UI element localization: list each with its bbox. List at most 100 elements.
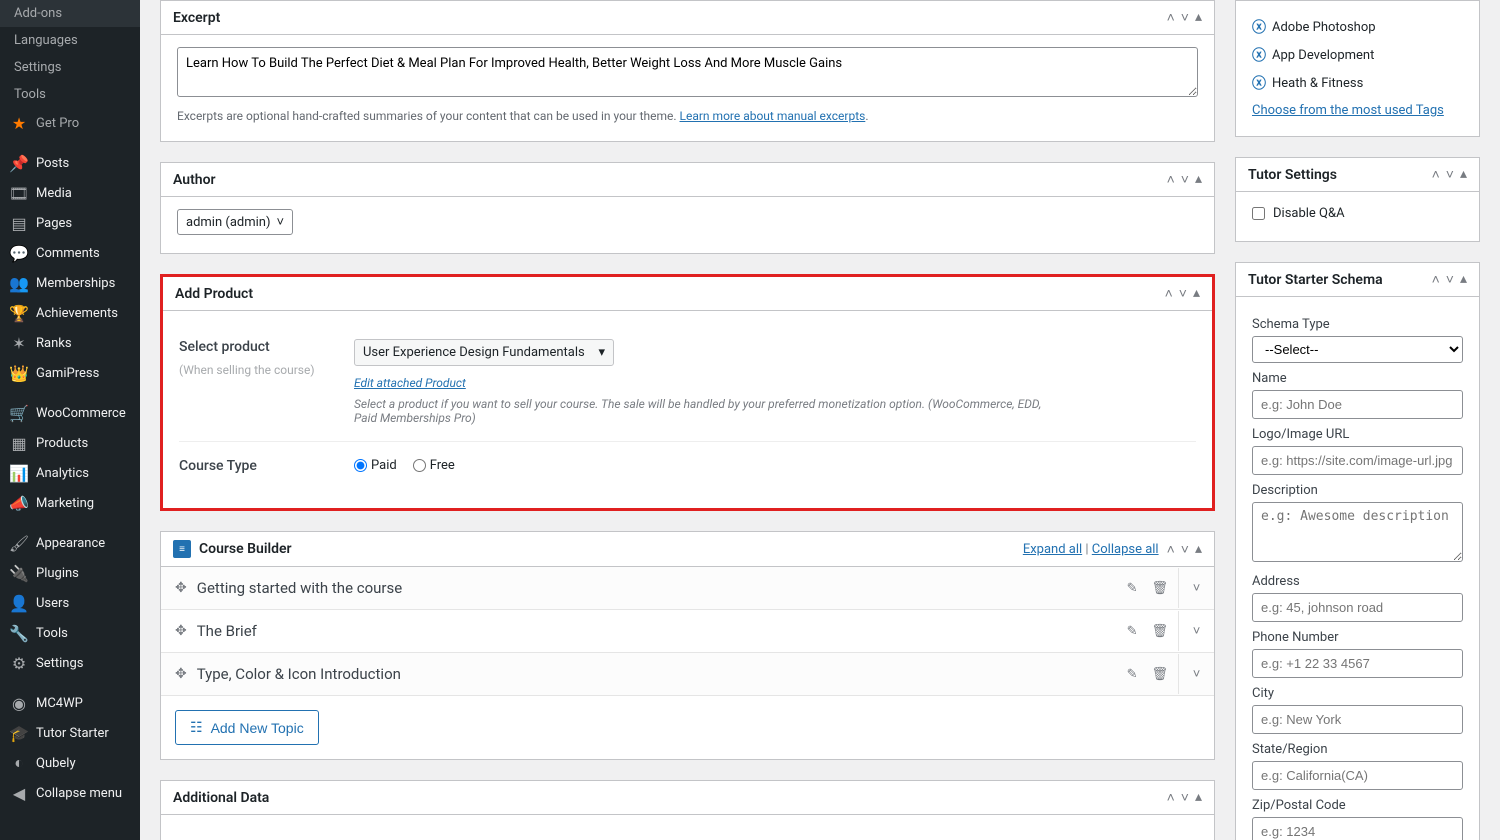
move-down-icon[interactable]: ˅ (1446, 271, 1454, 288)
schema-input[interactable] (1252, 705, 1463, 734)
toggle-panel-icon[interactable]: ▴ (1195, 789, 1202, 806)
sidebar-item[interactable]: Tools (0, 81, 140, 108)
trash-icon[interactable]: 🗑 (1151, 624, 1168, 639)
schema-field-label: City (1252, 686, 1463, 701)
excerpt-learn-link[interactable]: Learn more about manual excerpts (680, 109, 866, 123)
sidebar-item[interactable]: 🎞Media (0, 178, 140, 208)
trash-icon[interactable]: 🗑 (1151, 667, 1168, 682)
sidebar-item-get-pro[interactable]: ★ Get Pro (0, 108, 140, 138)
toggle-panel-icon[interactable]: ▴ (1195, 171, 1202, 188)
drag-icon[interactable]: ✥ (175, 666, 187, 682)
toggle-panel-icon[interactable]: ▴ (1195, 541, 1202, 558)
remove-tag-icon[interactable]: ⓧ (1252, 45, 1266, 65)
move-down-icon[interactable]: ˅ (1446, 166, 1454, 183)
schema-type-select[interactable]: --Select-- (1252, 336, 1463, 363)
sidebar-item[interactable]: ✶Ranks (0, 328, 140, 358)
course-type-paid[interactable]: Paid (354, 458, 397, 473)
sidebar-item[interactable]: 👤Users (0, 588, 140, 618)
schema-input[interactable] (1252, 390, 1463, 419)
edit-icon[interactable]: ✎ (1127, 624, 1138, 639)
sidebar-item[interactable]: ◀Collapse menu (0, 778, 140, 808)
schema-input[interactable] (1252, 817, 1463, 840)
sidebar-item[interactable]: 👑GamiPress (0, 358, 140, 388)
move-down-icon[interactable]: ˅ (1179, 285, 1187, 302)
author-select[interactable]: admin (admin)˅ (177, 209, 293, 235)
chevron-down-icon: ˅ (277, 214, 285, 230)
sidebar-item[interactable]: Settings (0, 54, 140, 81)
sidebar-item[interactable]: 💬Comments (0, 238, 140, 268)
add-new-topic-button[interactable]: ☷ Add New Topic (175, 710, 319, 745)
schema-input[interactable] (1252, 502, 1463, 562)
product-select[interactable]: User Experience Design Fundamentals▾ (354, 339, 614, 366)
metabox-title: Additional Data (173, 790, 1167, 806)
move-up-icon[interactable]: ˄ (1167, 541, 1175, 558)
menu-icon: ◉ (10, 694, 28, 712)
radio-free[interactable] (413, 459, 426, 472)
trash-icon[interactable]: 🗑 (1151, 581, 1168, 596)
sidebar-item[interactable]: 🔌Plugins (0, 558, 140, 588)
remove-tag-icon[interactable]: ⓧ (1252, 17, 1266, 37)
sidebar-item[interactable]: 👥Memberships (0, 268, 140, 298)
sidebar-item[interactable]: ⚙Settings (0, 648, 140, 678)
sidebar-item[interactable]: ▤Pages (0, 208, 140, 238)
sidebar-item[interactable]: 🖌Appearance (0, 528, 140, 558)
edit-attached-product-link[interactable]: Edit attached Product (354, 376, 466, 390)
sidebar-item[interactable]: ◉MC4WP (0, 688, 140, 718)
sidebar-item[interactable]: 🏆Achievements (0, 298, 140, 328)
move-up-icon[interactable]: ˄ (1167, 171, 1175, 188)
chevron-down-icon[interactable]: ˅ (1178, 568, 1214, 608)
remove-tag-icon[interactable]: ⓧ (1252, 73, 1266, 93)
radio-paid[interactable] (354, 459, 367, 472)
toggle-panel-icon[interactable]: ▴ (1195, 9, 1202, 26)
sidebar-item[interactable]: 🔧Tools (0, 618, 140, 648)
course-type-free[interactable]: Free (413, 458, 455, 473)
chevron-down-icon[interactable]: ˅ (1178, 654, 1214, 694)
sidebar-item[interactable]: 🎓Tutor Starter (0, 718, 140, 748)
move-up-icon[interactable]: ˄ (1167, 789, 1175, 806)
move-down-icon[interactable]: ˅ (1181, 171, 1189, 188)
schema-input[interactable] (1252, 593, 1463, 622)
drag-icon[interactable]: ✥ (175, 623, 187, 639)
menu-icon: 💬 (10, 244, 28, 262)
schema-field-label: Phone Number (1252, 630, 1463, 645)
toggle-panel-icon[interactable]: ▴ (1460, 166, 1467, 183)
edit-icon[interactable]: ✎ (1127, 667, 1138, 682)
topic-row: ✥Type, Color & Icon Introduction✎🗑˅ (161, 653, 1214, 696)
sidebar-item[interactable]: ▦Products (0, 428, 140, 458)
schema-input[interactable] (1252, 446, 1463, 475)
toggle-panel-icon[interactable]: ▴ (1460, 271, 1467, 288)
move-down-icon[interactable]: ˅ (1181, 9, 1189, 26)
sidebar-label: Memberships (36, 276, 115, 291)
edit-icon[interactable]: ✎ (1127, 581, 1138, 596)
sidebar-item[interactable]: Languages (0, 27, 140, 54)
schema-input[interactable] (1252, 649, 1463, 678)
sidebar-label: Analytics (36, 466, 89, 481)
menu-icon: 📌 (10, 154, 28, 172)
collapse-all-link[interactable]: Collapse all (1092, 542, 1159, 557)
move-up-icon[interactable]: ˄ (1165, 285, 1173, 302)
move-up-icon[interactable]: ˄ (1432, 166, 1440, 183)
move-down-icon[interactable]: ˅ (1181, 789, 1189, 806)
excerpt-help: Excerpts are optional hand-crafted summa… (177, 109, 1198, 123)
sidebar-label: Tutor Starter (36, 726, 109, 741)
sidebar-item[interactable]: ◐Qubely (0, 748, 140, 778)
move-up-icon[interactable]: ˄ (1432, 271, 1440, 288)
sidebar-item[interactable]: Add-ons (0, 0, 140, 27)
sidebar-item[interactable]: 🛒WooCommerce (0, 398, 140, 428)
sidebar-item[interactable]: 📌Posts (0, 148, 140, 178)
move-down-icon[interactable]: ˅ (1181, 541, 1189, 558)
menu-icon: ◐ (10, 754, 28, 772)
disable-qa-checkbox[interactable]: Disable Q&A (1252, 204, 1463, 223)
menu-icon: 📣 (10, 494, 28, 512)
schema-input[interactable] (1252, 761, 1463, 790)
sidebar-item[interactable]: 📣Marketing (0, 488, 140, 518)
toggle-panel-icon[interactable]: ▴ (1193, 285, 1200, 302)
sidebar-item[interactable]: 📊Analytics (0, 458, 140, 488)
chevron-down-icon[interactable]: ˅ (1178, 611, 1214, 651)
sidebar-label: WooCommerce (36, 406, 126, 421)
expand-all-link[interactable]: Expand all (1023, 542, 1082, 557)
drag-icon[interactable]: ✥ (175, 580, 187, 596)
move-up-icon[interactable]: ˄ (1167, 9, 1175, 26)
excerpt-textarea[interactable]: Learn How To Build The Perfect Diet & Me… (177, 47, 1198, 97)
choose-tags-link[interactable]: Choose from the most used Tags (1252, 103, 1444, 118)
